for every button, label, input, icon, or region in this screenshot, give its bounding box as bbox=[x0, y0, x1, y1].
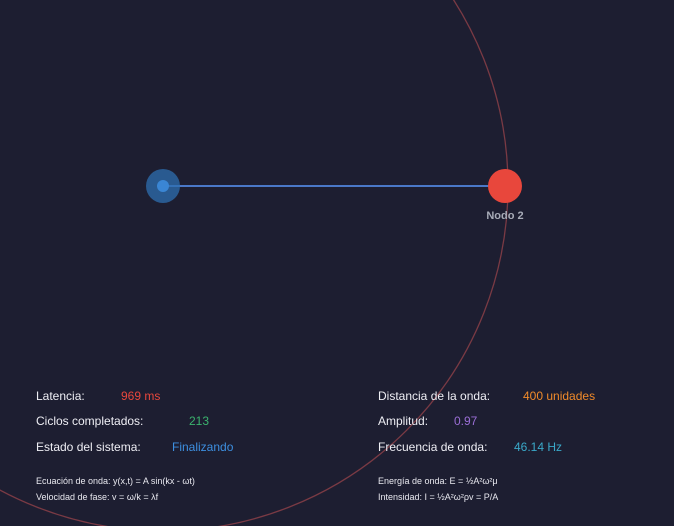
wave-equation-text: Ecuación de onda: y(x,t) = A sin(kx - ωt… bbox=[36, 476, 195, 486]
frequency-label: Frecuencia de onda: bbox=[378, 440, 488, 454]
phase-velocity-text: Velocidad de fase: v = ω/k = λf bbox=[36, 492, 159, 502]
cycles-value: 213 bbox=[189, 414, 210, 428]
target-node-label: Nodo 2 bbox=[486, 210, 523, 222]
status-value: Finalizando bbox=[172, 440, 234, 454]
amplitude-label: Amplitud: bbox=[378, 414, 429, 428]
latency-value: 969 ms bbox=[121, 389, 161, 403]
frequency-value: 46.14 Hz bbox=[514, 440, 563, 454]
source-node[interactable] bbox=[157, 180, 169, 192]
status-label: Estado del sistema: bbox=[36, 440, 141, 454]
distance-value: 400 unidades bbox=[523, 389, 596, 403]
latency-label: Latencia: bbox=[36, 389, 85, 403]
intensity-text: Intensidad: I = ½A²ω²ρv = P/A bbox=[378, 492, 499, 502]
target-node[interactable] bbox=[488, 169, 522, 203]
wave-energy-text: Energía de onda: E = ½A²ω²μ bbox=[378, 476, 498, 486]
cycles-label: Ciclos completados: bbox=[36, 414, 144, 428]
distance-label: Distancia de la onda: bbox=[378, 389, 491, 403]
amplitude-value: 0.97 bbox=[454, 414, 478, 428]
